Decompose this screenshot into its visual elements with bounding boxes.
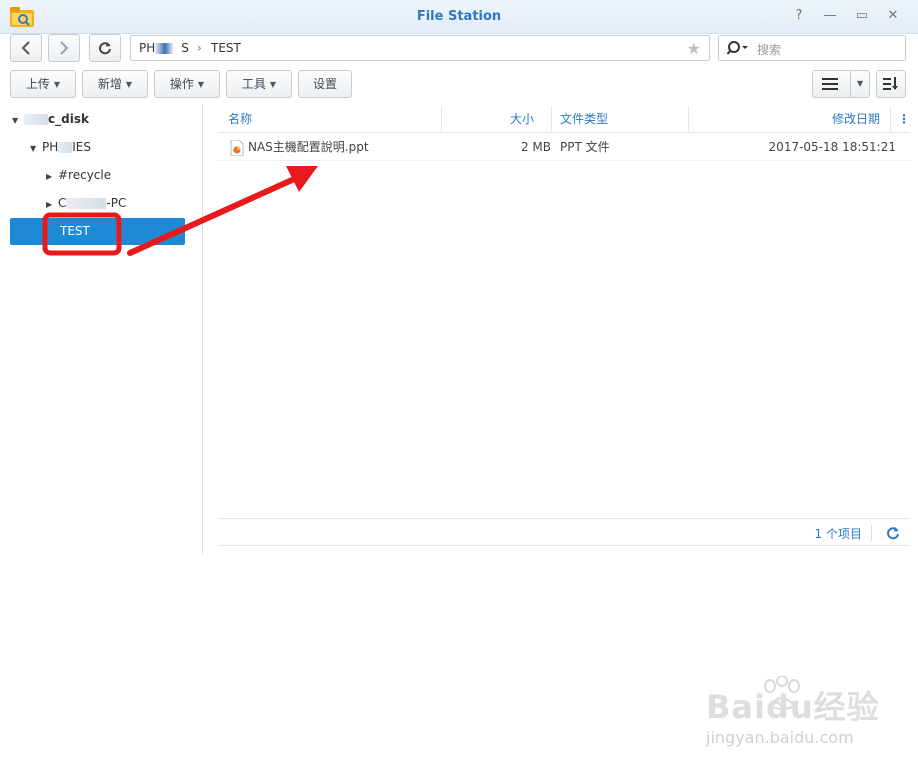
watermark-url: jingyan.baidu.com	[706, 728, 854, 747]
sort-icon	[883, 77, 898, 90]
tree-node-selected[interactable]: TEST	[10, 218, 185, 245]
tree-node-pc[interactable]: ▶ C -PC	[46, 189, 126, 217]
caret-down-icon: ▼	[125, 79, 133, 89]
minimize-icon[interactable]: —	[822, 8, 838, 24]
tree-node-selected-label: TEST	[60, 224, 90, 238]
tree-node-root-label: c_disk	[48, 112, 89, 126]
breadcrumb-separator-icon: ›	[197, 41, 202, 55]
tree-node-share-suffix: IES	[72, 140, 92, 154]
tree-node-recycle[interactable]: ▶ #recycle	[46, 161, 111, 189]
file-list: 名称 大小 文件类型 修改日期 ⋮ NAS主機配置說明.ppt 2 MB PPT…	[218, 106, 910, 546]
column-separator[interactable]	[688, 106, 689, 133]
view-mode-button[interactable]: ▼	[812, 70, 870, 98]
column-separator[interactable]	[441, 106, 442, 133]
breadcrumb-share-suffix: S	[181, 41, 189, 55]
search-placeholder: 搜索	[757, 43, 782, 57]
ppt-file-icon	[230, 140, 244, 156]
baidu-watermark: Baidu经验 jingyan.baidu.com	[700, 676, 900, 756]
window-title: File Station	[416, 9, 502, 24]
expanded-triangle-icon: ▼	[12, 116, 19, 125]
tree-node-recycle-label: #recycle	[58, 168, 112, 182]
upload-label: 上传	[25, 77, 50, 91]
settings-button[interactable]: 设置	[298, 70, 352, 98]
search-icon	[727, 41, 748, 55]
pane-divider[interactable]	[202, 104, 203, 554]
expanded-triangle-icon: ▼	[30, 144, 37, 153]
back-button[interactable]	[10, 34, 42, 62]
chevron-right-icon	[60, 41, 69, 55]
chevron-left-icon	[21, 41, 30, 55]
star-icon[interactable]: ★	[687, 39, 701, 58]
redaction	[24, 114, 48, 125]
tools-button[interactable]: 工具 ▼	[226, 70, 292, 98]
status-bar: 1 个项目	[218, 518, 910, 546]
create-label: 新增	[97, 77, 122, 91]
tree-node-pc-prefix: C	[58, 196, 67, 210]
upload-button[interactable]: 上传 ▼	[10, 70, 76, 98]
close-icon[interactable]: ✕	[885, 8, 901, 24]
breadcrumb-current[interactable]: TEST	[211, 41, 241, 55]
column-separator	[890, 106, 891, 133]
create-button[interactable]: 新增 ▼	[82, 70, 148, 98]
breadcrumb-share[interactable]: PH S	[139, 41, 189, 55]
table-row[interactable]: NAS主機配置說明.ppt 2 MB PPT 文件 2017-05-18 18:…	[218, 134, 910, 161]
column-separator[interactable]	[551, 106, 552, 133]
file-type: PPT 文件	[560, 140, 610, 154]
redaction	[58, 142, 73, 153]
column-menu-icon[interactable]: ⋮	[898, 106, 910, 133]
search-field[interactable]: 搜索	[718, 35, 906, 61]
collapsed-triangle-icon: ▶	[46, 200, 53, 209]
settings-label: 设置	[312, 77, 337, 91]
refresh-icon	[99, 42, 111, 55]
column-header-modified[interactable]: 修改日期	[832, 106, 880, 133]
title-bar: File Station ? — ▭ ✕	[0, 0, 918, 34]
divider	[850, 71, 851, 97]
watermark-brand: Baidu经验	[706, 688, 880, 726]
collapsed-triangle-icon: ▶	[46, 172, 53, 181]
column-header-size[interactable]: 大小	[510, 106, 534, 133]
tree-node-share-prefix: PH	[42, 140, 59, 154]
redaction	[66, 198, 107, 209]
tools-label: 工具	[241, 77, 266, 91]
refresh-button[interactable]	[89, 34, 121, 62]
action-button[interactable]: 操作 ▼	[154, 70, 220, 98]
refresh-icon[interactable]	[886, 526, 900, 540]
file-list-header: 名称 大小 文件类型 修改日期 ⋮	[218, 106, 910, 133]
column-header-type[interactable]: 文件类型	[560, 106, 608, 133]
caret-down-icon: ▼	[197, 79, 205, 89]
caret-down-icon: ▼	[53, 79, 61, 89]
list-view-icon	[822, 78, 838, 90]
forward-button[interactable]	[48, 34, 80, 62]
help-icon[interactable]: ?	[791, 8, 807, 24]
redaction	[155, 43, 174, 54]
file-name: NAS主機配置說明.ppt	[248, 140, 369, 154]
column-header-name[interactable]: 名称	[228, 106, 252, 133]
divider	[871, 525, 872, 541]
breadcrumb-share-prefix: PH	[139, 41, 156, 55]
caret-down-icon: ▼	[857, 79, 864, 88]
action-label: 操作	[169, 77, 194, 91]
maximize-icon[interactable]: ▭	[854, 8, 870, 24]
caret-down-icon: ▼	[269, 79, 277, 89]
file-modified: 2017-05-18 18:51:21	[768, 140, 896, 154]
address-bar[interactable]: PH S › TEST ★	[130, 35, 710, 61]
file-size: 2 MB	[520, 140, 551, 154]
sort-button[interactable]	[876, 70, 906, 98]
tree-node-pc-suffix: -PC	[106, 196, 127, 210]
tree-node-share[interactable]: ▼ PH IES	[30, 133, 91, 161]
tree-node-root[interactable]: ▼ c_disk	[12, 105, 89, 133]
item-count: 1 个项目	[814, 527, 862, 541]
